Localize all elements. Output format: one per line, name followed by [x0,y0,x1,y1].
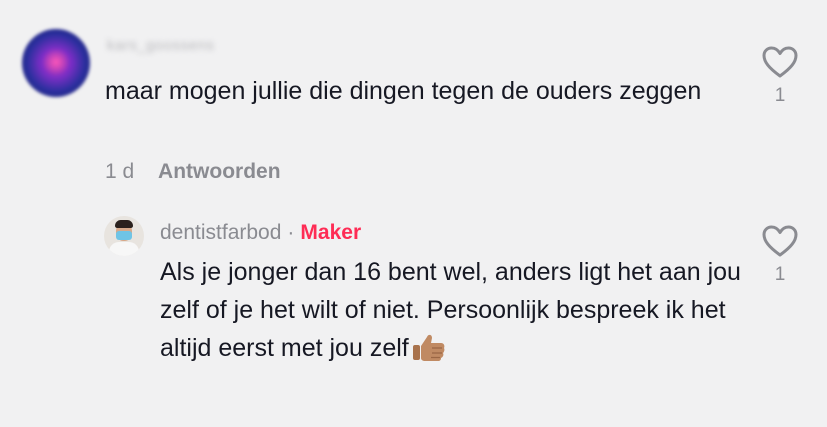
heart-icon [762,225,798,257]
comment-timestamp: 1 d [105,160,135,183]
reply-text: Als je jonger dan 16 bent wel, anders li… [160,258,741,362]
reply-header: dentistfarbod · Maker [160,221,361,245]
reply-button[interactable]: Antwoorden [158,160,280,183]
commenter-avatar[interactable] [22,29,90,97]
creator-avatar[interactable] [104,216,144,256]
reply-text-block: Als je jonger dan 16 bent wel, anders li… [160,253,750,367]
comment-like-button[interactable]: 1 [760,45,800,107]
comment-text: maar mogen jullie die dingen tegen de ou… [105,77,702,105]
commenter-username[interactable]: kars_goossens [107,37,214,54]
heart-icon [762,46,798,78]
reply-like-button[interactable]: 1 [760,224,800,286]
creator-badge: Maker [300,221,362,244]
reply-like-count: 1 [774,264,786,285]
thumbs-up-icon [412,334,445,361]
comment-like-count: 1 [774,85,786,106]
separator-dot: · [287,221,295,244]
creator-username[interactable]: dentistfarbod [160,221,281,244]
comment-meta: 1 d Antwoorden [105,160,281,184]
